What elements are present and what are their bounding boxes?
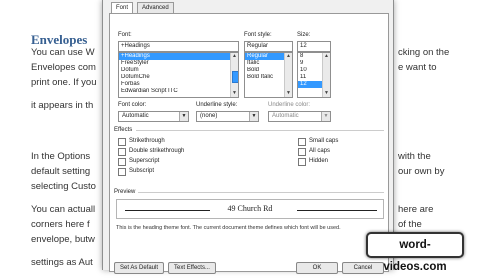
font-color-value: Automatic xyxy=(122,113,149,119)
underline-style-value: (none) xyxy=(200,113,218,119)
document-heading: Envelopes xyxy=(31,32,88,47)
chevron-down-icon[interactable]: ▼ xyxy=(321,112,330,121)
underline-color-dropdown[interactable]: Automatic ▼ xyxy=(268,111,331,122)
watermark-logo: word-videos.com xyxy=(366,232,464,273)
underline-style-label: Underline style: xyxy=(196,102,238,108)
font-dialog: Font Advanced Font: +Headings +Headings F… xyxy=(102,0,394,274)
ok-button[interactable]: OK xyxy=(296,262,338,274)
document-line-left: it appears in th xyxy=(31,100,94,111)
effect-label: Subscript xyxy=(129,168,155,174)
scroll-up-icon[interactable]: ▲ xyxy=(231,53,238,60)
document-line-left: You can actuall xyxy=(31,204,96,215)
document-line-right: cking on the xyxy=(398,47,450,58)
document-line-left: Envelopes com xyxy=(31,62,96,73)
preview-text: 49 Church Rd xyxy=(227,204,273,213)
cancel-button[interactable]: Cancel xyxy=(342,262,384,274)
scroll-up-icon[interactable]: ▲ xyxy=(323,53,330,60)
list-item[interactable]: Edwardian Script ITC xyxy=(119,88,238,95)
font-style-input[interactable]: Regular xyxy=(244,41,293,52)
document-line-left: default setting xyxy=(31,166,91,177)
scroll-down-icon[interactable]: ▼ xyxy=(323,90,330,97)
font-label: Font: xyxy=(118,32,132,38)
font-list[interactable]: +Headings FreeStyler Dotum DotumChe Forbas Ed… xyxy=(118,52,239,98)
effects-label: Effects xyxy=(114,127,133,133)
document-line-right: e want to xyxy=(398,62,437,73)
font-input[interactable]: +Headings xyxy=(118,41,239,52)
document-line-left: settings as Aut xyxy=(31,257,93,268)
font-style-input-value: Regular xyxy=(247,43,269,49)
preview-note: This is the heading theme font. The curr… xyxy=(116,225,341,231)
effect-checkbox[interactable] xyxy=(118,158,126,166)
effect-label: All caps xyxy=(309,148,331,154)
effect-checkbox[interactable] xyxy=(298,138,306,146)
document-line-left: selecting Custo xyxy=(31,181,96,192)
font-list-scrollbar[interactable]: ▲ ▼ xyxy=(230,53,238,97)
effect-checkbox[interactable] xyxy=(298,148,306,156)
effect-checkbox[interactable] xyxy=(118,148,126,156)
set-as-default-button[interactable]: Set As Default xyxy=(114,262,164,274)
size-list[interactable]: 8 9 10 11 12 ▲ ▼ xyxy=(297,52,331,98)
underline-style-dropdown[interactable]: (none) ▼ xyxy=(196,111,259,122)
document-line-right: here are xyxy=(398,204,434,215)
font-input-value: +Headings xyxy=(121,43,150,49)
font-style-list[interactable]: Regular Italic Bold Bold Italic ▲ ▼ xyxy=(244,52,293,98)
scroll-down-icon[interactable]: ▼ xyxy=(231,90,238,97)
document-line-left: corners here f xyxy=(31,219,90,230)
list-item[interactable]: +Headings xyxy=(119,53,238,60)
scroll-thumb[interactable] xyxy=(232,71,238,83)
effect-label: Double strikethrough xyxy=(129,148,185,154)
size-input[interactable]: 12 xyxy=(297,41,331,52)
effect-label: Hidden xyxy=(309,158,329,164)
chevron-down-icon[interactable]: ▼ xyxy=(179,112,188,121)
preview-box: 49 Church Rd xyxy=(116,199,384,219)
document-line-left: envelope, butw xyxy=(31,234,95,245)
scroll-up-icon[interactable]: ▲ xyxy=(285,53,292,60)
font-color-dropdown[interactable]: Automatic ▼ xyxy=(118,111,189,122)
preview-label: Preview xyxy=(114,189,136,195)
effect-label: Strikethrough xyxy=(129,138,165,144)
size-label: Size: xyxy=(297,32,311,38)
preview-rule-right xyxy=(297,210,377,211)
document-line-right: of the xyxy=(398,219,422,230)
font-style-scrollbar[interactable]: ▲ ▼ xyxy=(284,53,292,97)
list-item[interactable]: Forbas xyxy=(119,81,238,88)
effect-checkbox[interactable] xyxy=(298,158,306,166)
list-item[interactable]: DotumChe xyxy=(119,74,238,81)
effects-divider xyxy=(136,130,384,131)
list-item[interactable]: Dotum xyxy=(119,67,238,74)
document-line-left: In the Options xyxy=(31,151,91,162)
document-line-left: You can use W xyxy=(31,47,95,58)
text-effects-button[interactable]: Text Effects... xyxy=(168,262,216,274)
font-color-label: Font color: xyxy=(118,102,147,108)
effect-checkbox[interactable] xyxy=(118,168,126,176)
tab-advanced[interactable]: Advanced xyxy=(137,2,174,13)
effect-label: Small caps xyxy=(309,138,339,144)
effect-checkbox[interactable] xyxy=(118,138,126,146)
chevron-down-icon[interactable]: ▼ xyxy=(249,112,258,121)
size-input-value: 12 xyxy=(300,43,307,49)
document-line-left: print one. If you xyxy=(31,77,97,88)
font-tab-panel: Font: +Headings +Headings FreeStyler Dotum… xyxy=(109,13,389,274)
document-line-right: with the xyxy=(398,151,431,162)
size-scrollbar[interactable]: ▲ ▼ xyxy=(322,53,330,97)
scroll-down-icon[interactable]: ▼ xyxy=(285,90,292,97)
font-style-label: Font style: xyxy=(244,32,272,38)
effect-label: Superscript xyxy=(129,158,160,164)
preview-divider xyxy=(138,192,384,193)
underline-color-value: Automatic xyxy=(272,113,299,119)
list-item[interactable]: FreeStyler xyxy=(119,60,238,67)
document-line-right: our own by xyxy=(398,166,445,177)
underline-color-label: Underline color: xyxy=(268,102,311,108)
